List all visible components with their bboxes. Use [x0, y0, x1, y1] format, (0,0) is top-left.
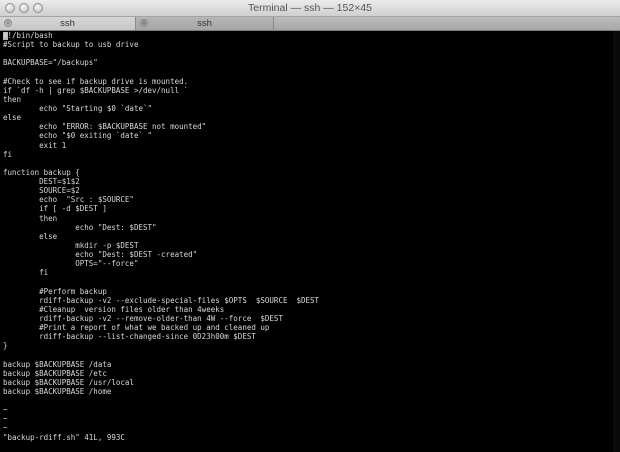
title-bar[interactable]: Terminal — ssh — 152×45 — [0, 0, 620, 17]
terminal-line: then — [3, 94, 22, 104]
tab-bar: ⊗ ssh ⊗ ssh — [0, 17, 620, 31]
tab-ssh-2[interactable]: ⊗ ssh — [136, 17, 274, 30]
terminal-line: #Check to see if backup drive is mounted… — [3, 76, 189, 86]
tab-ssh-1[interactable]: ⊗ ssh — [0, 17, 136, 30]
terminal-line: fi — [3, 149, 13, 159]
terminal-line: rdiff-backup -v2 --exclude-special-files… — [3, 295, 320, 305]
terminal-lines: #!/bin/bash #Script to backup to usb driv… — [3, 31, 603, 442]
terminal-line: #!/bin/bash — [3, 31, 53, 40]
terminal-line: echo "Src : $SOURCE" — [3, 195, 134, 205]
tab-label: ssh — [60, 18, 75, 29]
terminal-line: #Script to backup to usb drive — [3, 40, 139, 50]
tab-label: ssh — [197, 18, 212, 29]
text-cursor — [3, 32, 8, 40]
terminal-line: echo "Starting $0 `date`" — [3, 104, 153, 113]
terminal-line: then — [3, 213, 58, 223]
terminal-line: else — [3, 231, 58, 241]
terminal-line: backup $BACKUPBASE /etc — [3, 368, 107, 378]
terminal-line: } — [3, 341, 8, 351]
terminal-line: backup $BACKUPBASE /data — [3, 359, 112, 369]
terminal-line: DEST=$1$2 — [3, 177, 80, 186]
terminal-line: if `df -h | grep $BACKUPBASE >/dev/null … — [3, 85, 189, 95]
terminal-line: echo "$0 exiting `date` " — [3, 131, 153, 141]
terminal-line: SOURCE=$2 — [3, 186, 80, 196]
terminal-line: mkdir -p $DEST — [3, 240, 139, 250]
terminal-line: backup $BACKUPBASE /home — [3, 386, 112, 396]
terminal-content[interactable]: #!/bin/bash #Script to backup to usb driv… — [0, 31, 620, 452]
scrollbar[interactable] — [613, 31, 620, 452]
terminal-line: rdiff-backup -v2 --remove-older-than 4W … — [3, 313, 283, 323]
terminal-line: ~ — [3, 405, 8, 415]
terminal-line: exit 1 — [3, 140, 67, 150]
terminal-line: ~ — [3, 414, 8, 424]
terminal-line: #Perform backup — [3, 286, 107, 296]
terminal-line: echo "ERROR: $BACKUPBASE not mounted" — [3, 122, 207, 132]
terminal-line: #Cleanup version files older than 4weeks — [3, 304, 225, 314]
terminal-line: echo "Dest: $DEST -created" — [3, 250, 198, 259]
terminal-line: if [ -d $DEST ] — [3, 204, 107, 214]
terminal-line: echo "Dest: $DEST" — [3, 222, 157, 232]
terminal-line: ~ — [3, 423, 8, 433]
terminal-line: OPTS="--force" — [3, 259, 139, 269]
terminal-line: #Print a report of what we backed up and… — [3, 323, 270, 332]
window-title: Terminal — ssh — 152×45 — [247, 2, 373, 14]
terminal-line: else — [3, 113, 22, 123]
terminal-line: "backup-rdiff.sh" 41L, 993C — [3, 432, 125, 442]
terminal-line: BACKUPBASE="/backups" — [3, 58, 98, 68]
terminal-line: fi — [3, 268, 49, 278]
terminal-line: function backup { — [3, 167, 80, 177]
terminal-window: Terminal — ssh — 152×45 ⊗ ssh ⊗ ssh #!/b… — [0, 0, 620, 452]
terminal-line: rdiff-backup --list-changed-since 0D23h0… — [3, 332, 256, 342]
terminal-line: backup $BACKUPBASE /usr/local — [3, 377, 134, 387]
